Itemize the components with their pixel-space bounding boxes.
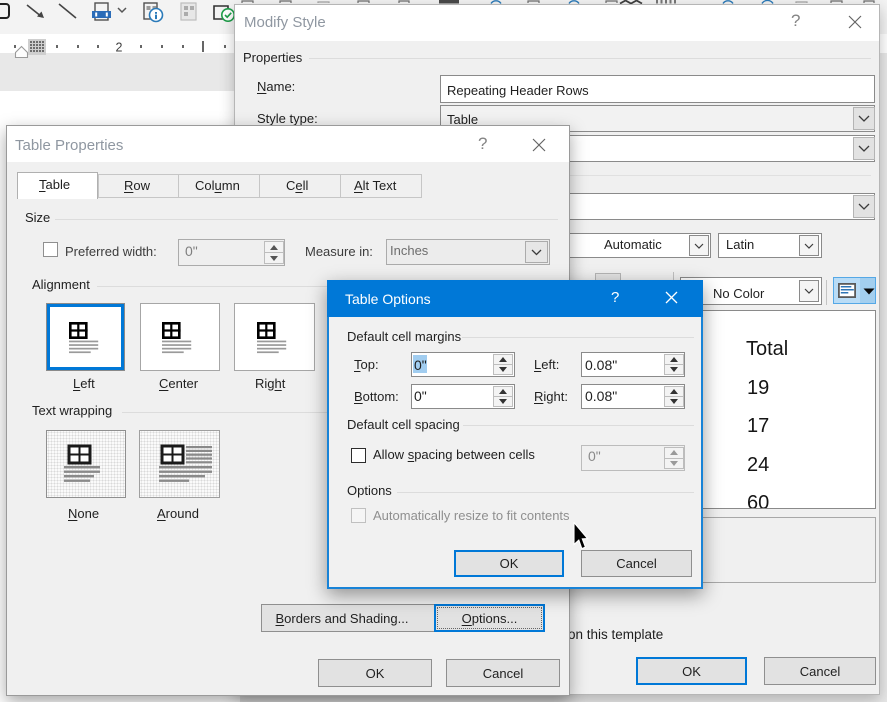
svg-text:2: 2	[116, 41, 123, 55]
